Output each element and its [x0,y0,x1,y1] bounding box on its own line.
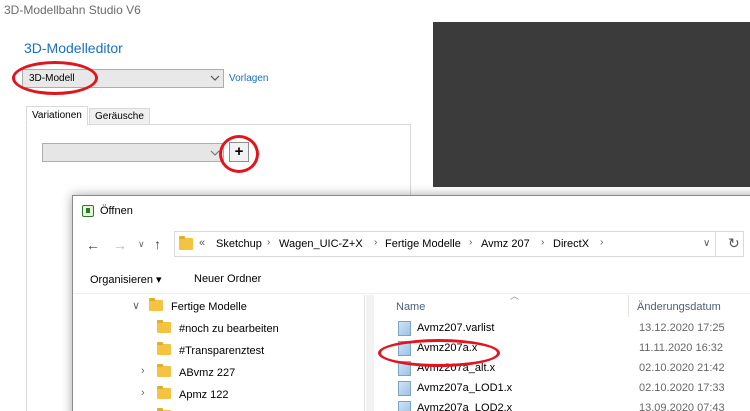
folder-icon [157,342,171,355]
app-title: 3D-Modellbahn Studio V6 [4,3,141,17]
chevron-right-icon[interactable]: › [541,237,544,248]
chevron-right-icon[interactable]: › [374,237,377,248]
forward-arrow-icon[interactable]: → [113,237,127,253]
file-date: 02.10.2020 21:42 [639,362,725,374]
chevron-right-icon[interactable]: › [141,387,145,399]
folder-icon [157,364,171,377]
breadcrumb-directx[interactable]: DirectX [553,238,589,250]
file-icon [398,381,411,396]
breadcrumb-wagen[interactable]: Wagen_UIC-Z+X [279,238,363,250]
breadcrumb-sketchup[interactable]: Sketchup [216,238,262,250]
refresh-icon[interactable]: ↻ [728,235,740,252]
column-header-date[interactable]: Änderungsdatum [637,301,721,313]
file-icon [398,321,411,336]
chevron-down-icon [210,75,220,81]
tree-item-label: ABvmz 227 [179,367,236,379]
templates-link[interactable]: Vorlagen [229,73,268,84]
new-folder-button[interactable]: Neuer Ordner [194,273,261,285]
annotation-circle-file [378,339,500,367]
file-date: 13.12.2020 17:25 [639,322,725,334]
file-date: 11.11.2020 16:32 [639,342,724,354]
chevron-down-icon[interactable]: ∨ [132,299,140,312]
dialog-titlebar[interactable]: Öffnen [73,196,750,226]
file-row[interactable]: Avmz207a_LOD1.x 02.10.2020 17:33 [375,380,750,400]
tree-item-fertige-modelle[interactable]: ∨ Fertige Modelle [132,298,247,313]
tab-sounds[interactable]: Geräusche [89,108,150,125]
file-name: Avmz207a_LOD1.x [417,382,513,394]
tree-item-noch-zu-bearbeiten[interactable]: #noch zu bearbeiten [157,320,279,335]
open-file-dialog: Öffnen ← → ∨ ↑ « Sketchup › Wagen_UIC-Z+… [72,195,750,411]
annotation-circle-model-select [12,61,98,95]
chevron-right-icon[interactable]: › [267,237,270,248]
recent-locations-chevron-icon[interactable]: ∨ [138,239,145,250]
column-header-name[interactable]: Name [396,301,425,313]
3d-preview-pane[interactable] [433,22,750,187]
file-row[interactable]: Avmz207a_LOD2.x 13.09.2020 07:43 [375,400,750,411]
dialog-app-icon [82,205,94,217]
folder-icon [157,320,171,333]
column-divider[interactable] [628,295,629,317]
file-row[interactable]: Avmz207.varlist 13.12.2020 17:25 [375,320,750,340]
file-date: 02.10.2020 17:33 [639,382,725,394]
tree-item-transparenztest[interactable]: #Transparenztest [157,342,265,357]
back-arrow-icon[interactable]: ← [86,237,100,253]
navigation-pane[interactable]: ∨ Fertige Modelle #noch zu bearbeiten #T… [73,295,365,411]
command-bar: Organisieren ▾ Neuer Ordner [73,264,750,294]
up-arrow-icon[interactable]: ↑ [154,236,161,252]
breadcrumb-fertige-modelle[interactable]: Fertige Modelle [385,238,461,250]
folder-icon [149,298,163,311]
file-name: Avmz207a_LOD2.x [417,402,513,411]
tab-variations[interactable]: Variationen [26,106,88,126]
chevron-right-icon[interactable]: › [469,237,472,248]
tree-item-label: #Transparenztest [179,345,265,357]
folder-icon [157,386,171,399]
file-date: 13.09.2020 07:43 [639,402,725,411]
file-name: Avmz207.varlist [417,322,495,334]
divider [715,232,716,256]
tree-item-label: #noch zu bearbeiten [179,323,279,335]
chevron-right-icon[interactable]: › [600,237,603,248]
folder-icon [179,236,193,250]
tree-item-label: Fertige Modelle [171,301,247,313]
address-bar[interactable]: « Sketchup › Wagen_UIC-Z+X › Fertige Mod… [174,231,744,257]
editor-title: 3D-Modelleditor [24,40,123,56]
breadcrumb-avmz207[interactable]: Avmz 207 [481,238,530,250]
chevron-right-icon[interactable]: › [141,365,145,377]
tree-item-label: Apmz 122 [179,389,229,401]
organize-button[interactable]: Organisieren ▾ [90,273,162,286]
dialog-title: Öffnen [100,205,133,217]
chevron-down-icon[interactable]: ∨ [703,238,710,249]
tree-item-apmz122[interactable]: › Apmz 122 [141,386,229,401]
sort-ascending-icon: ︿ [510,291,520,301]
variation-select[interactable] [42,143,224,162]
file-icon [398,401,411,411]
breadcrumb-overflow[interactable]: « [199,237,205,249]
annotation-circle-add-button [219,135,259,173]
tree-item-abvmz227[interactable]: › ABvmz 227 [141,364,236,379]
navigation-scrollbar[interactable] [366,295,374,411]
